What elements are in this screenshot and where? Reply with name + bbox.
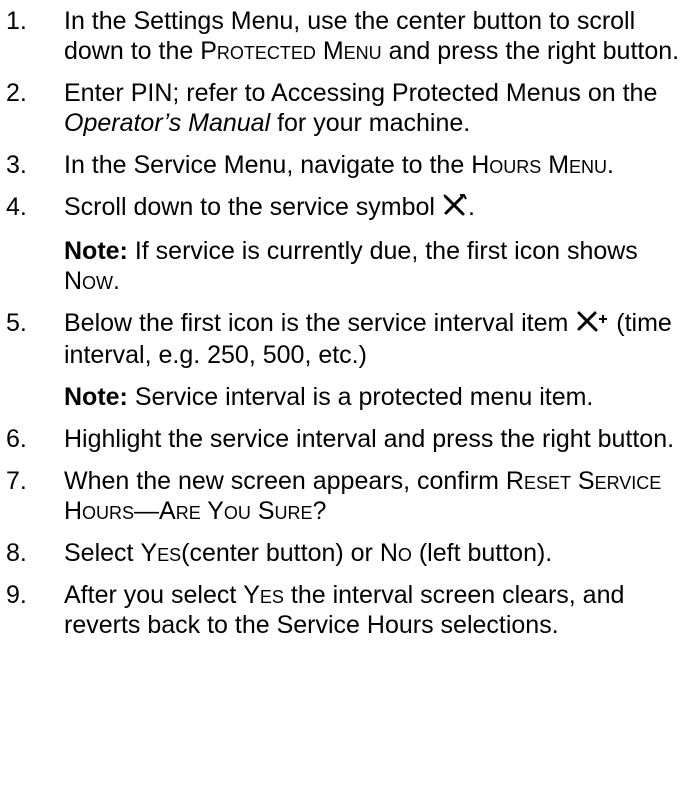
step-3: 3. In the Service Menu, navigate to the … [6,151,614,179]
step-1: 1. In the Settings Menu, use the center … [6,7,680,65]
step-number: 2. [6,79,27,107]
step-number: 3. [6,151,27,179]
step-number: 4. [6,193,27,221]
menu-name: Protected Menu [200,37,382,65]
instructions-page: 1. In the Settings Menu, use the center … [0,0,690,795]
step-number: 1. [6,7,27,35]
note-1: Note: If service is currently due, the f… [64,237,638,295]
wrench-screwdriver-icon [442,193,468,224]
step-number: 8. [6,539,27,567]
step-5: 5. Below the first icon is the service i… [6,309,672,369]
step-8: 8. Select Yes(center button) or No (left… [6,539,553,567]
step-number: 5. [6,309,27,337]
wrench-screwdriver-plus-icon [575,309,609,340]
manual-title: Operator’s Manual [64,109,271,137]
option-no: No [379,539,412,567]
note-label: Note: [64,383,128,411]
step-2: 2. Enter PIN; refer to Accessing Protect… [6,79,658,137]
step-number: 7. [6,467,27,495]
note-2: Note: Service interval is a protected me… [64,383,594,411]
step-number: 6. [6,425,27,453]
step-4: 4. Scroll down to the service symbol . [0,192,690,224]
status-now: Now [64,267,114,295]
option-yes: Yes [140,539,182,567]
menu-name: Hours Menu [471,151,608,179]
step-7: 7. When the new screen appears, confirm … [6,467,662,525]
note-label: Note: [64,237,128,265]
option-yes: Yes [243,581,284,609]
step-6: 6. Highlight the service interval and pr… [6,425,675,453]
step-9: 9. After you select Yes the interval scr… [6,581,625,639]
step-number: 9. [6,581,27,609]
